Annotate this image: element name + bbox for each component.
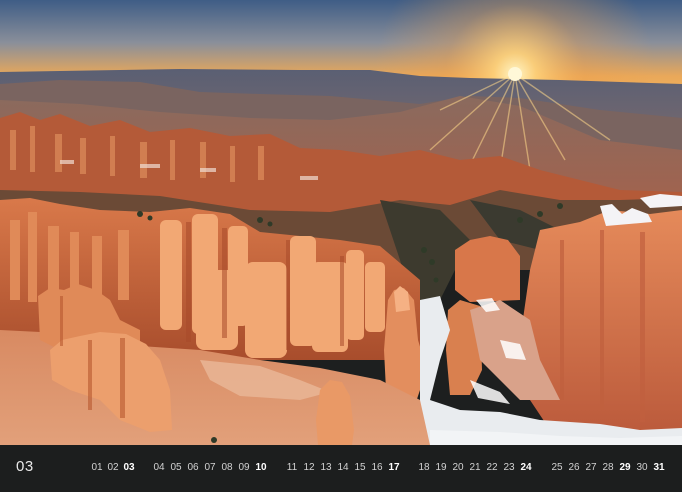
day-24: 24 [520,462,532,473]
day-31: 31 [653,462,665,473]
day-15: 15 [354,462,366,473]
day-07: 07 [204,462,216,473]
day-04: 04 [153,462,165,473]
day-21: 21 [469,462,481,473]
day-row: 01 02 03 04 05 06 07 08 09 10 11 12 13 14 15 16 17 18 19 20… [0,461,682,475]
day-09: 09 [238,462,250,473]
day-13: 13 [320,462,332,473]
day-25: 25 [551,462,563,473]
day-28: 28 [602,462,614,473]
day-17: 17 [388,462,400,473]
day-16: 16 [371,462,383,473]
day-29: 29 [619,462,631,473]
landscape-photo [0,0,682,445]
day-23: 23 [503,462,515,473]
day-06: 06 [187,462,199,473]
day-20: 20 [452,462,464,473]
day-12: 12 [303,462,315,473]
day-02: 02 [107,462,119,473]
day-11: 11 [286,462,298,473]
day-14: 14 [337,462,349,473]
day-03: 03 [123,462,135,473]
day-08: 08 [221,462,233,473]
day-10: 10 [255,462,267,473]
day-01: 01 [91,462,103,473]
day-22: 22 [486,462,498,473]
day-05: 05 [170,462,182,473]
day-18: 18 [418,462,430,473]
calendar-page: 03 01 02 03 04 05 06 07 08 09 10 11 12 13 14 15 16 17 18 1… [0,0,682,492]
day-27: 27 [585,462,597,473]
day-30: 30 [636,462,648,473]
day-26: 26 [568,462,580,473]
day-19: 19 [435,462,447,473]
